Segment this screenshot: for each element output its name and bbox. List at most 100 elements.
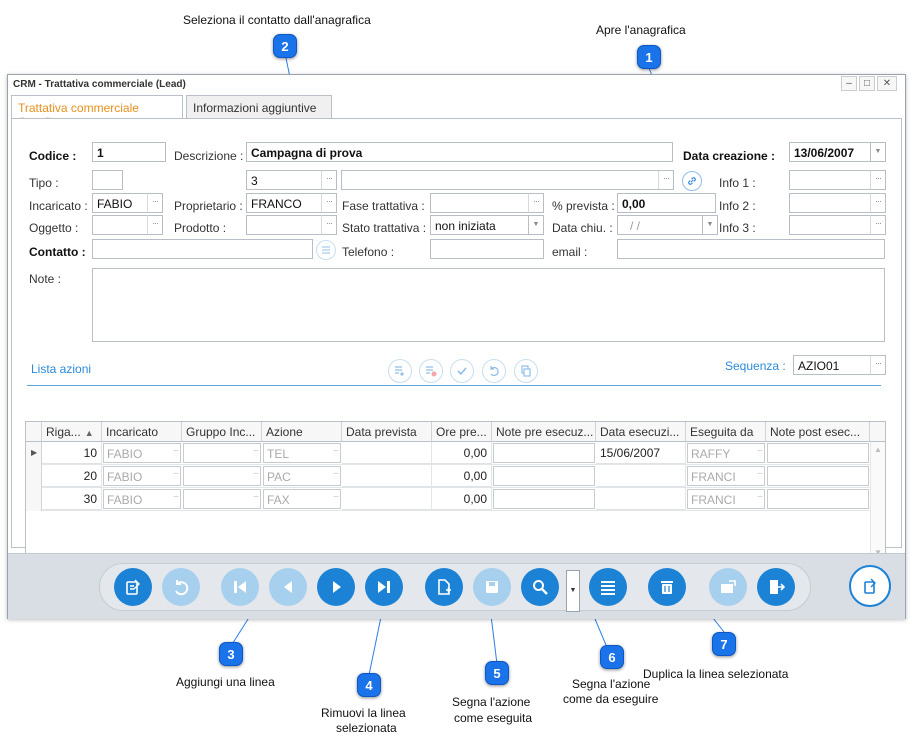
table-row[interactable]: 30 FABIO ··· ··· FAX ··· 0,00 FRANCI ··· — [26, 488, 870, 511]
cell-lookup[interactable]: ··· — [253, 446, 259, 455]
tipo-field[interactable] — [92, 170, 123, 190]
incaricato-lookup[interactable]: ··· — [147, 193, 163, 213]
data-chiu-dropdown[interactable]: ▼ — [702, 215, 718, 235]
cell-lookup[interactable]: ··· — [173, 446, 179, 455]
cell-data-prevista[interactable] — [342, 488, 432, 510]
tipo-desc-field[interactable] — [341, 170, 659, 190]
cell-lookup[interactable]: ··· — [757, 446, 763, 455]
tipo-num-field[interactable]: 3 — [246, 170, 322, 190]
last-record-icon[interactable] — [365, 568, 403, 606]
first-record-icon[interactable] — [221, 568, 259, 606]
previous-record-icon[interactable] — [269, 568, 307, 606]
oggetto-lookup[interactable]: ··· — [147, 215, 163, 235]
prodotto-field[interactable] — [246, 215, 322, 235]
exit-door-icon[interactable] — [757, 568, 795, 606]
cell-incaricato[interactable]: FABIO ··· — [103, 466, 181, 486]
email-field[interactable] — [617, 239, 885, 259]
print-export-icon[interactable] — [709, 568, 747, 606]
stato-trattativa-field[interactable]: non iniziata — [430, 215, 529, 235]
tab-trattativa[interactable]: Trattativa commerciale (Lead) — [11, 95, 183, 129]
cell-data-prevista[interactable] — [342, 465, 432, 487]
contatto-field[interactable] — [92, 239, 313, 259]
cell-lookup[interactable]: ··· — [173, 469, 179, 478]
tab-informazioni[interactable]: Informazioni aggiuntive — [186, 95, 332, 119]
table-row[interactable]: 20 FABIO ··· ··· PAC ··· 0,00 FRANCI ··· — [26, 465, 870, 488]
cell-lookup[interactable]: ··· — [333, 469, 339, 478]
cell-data-esec[interactable] — [596, 465, 686, 487]
cell-data-esec[interactable] — [596, 488, 686, 510]
cell-lookup[interactable]: ··· — [757, 469, 763, 478]
scroll-up-icon[interactable]: ▲ — [874, 445, 882, 454]
cell-note-pre[interactable] — [493, 489, 595, 509]
add-line-icon[interactable] — [388, 359, 412, 383]
info3-field[interactable] — [789, 215, 871, 235]
col-note-post[interactable]: Note post esec... — [766, 422, 870, 442]
remove-line-icon[interactable] — [419, 359, 443, 383]
cell-gruppo[interactable]: ··· — [183, 443, 261, 463]
tipo-desc-lookup[interactable]: ··· — [658, 170, 674, 190]
incaricato-field[interactable]: FABIO — [92, 193, 148, 213]
descrizione-field[interactable]: Campagna di prova — [246, 142, 673, 162]
select-contatto-list-icon[interactable] — [316, 240, 336, 260]
grid-scrollbar[interactable]: ▲ ▼ — [870, 442, 885, 562]
cell-ore[interactable]: 0,00 — [432, 465, 492, 487]
data-chiu-field[interactable]: / / — [617, 215, 703, 235]
cell-riga[interactable]: 30 — [42, 488, 102, 510]
col-ore[interactable]: Ore pre... — [432, 422, 492, 442]
cell-note-pre[interactable] — [493, 466, 595, 486]
col-gruppo[interactable]: Gruppo Inc... — [182, 422, 262, 442]
codice-field[interactable]: 1 — [92, 142, 166, 162]
col-incaricato[interactable]: Incaricato — [102, 422, 182, 442]
table-row[interactable]: ▶ 10 FABIO ··· ··· TEL ··· 0,00 15/06/2007 RAFFY ·… — [26, 442, 870, 465]
maximize-icon[interactable]: □ — [859, 76, 875, 91]
duplicate-line-icon[interactable] — [514, 359, 538, 383]
oggetto-field[interactable] — [92, 215, 148, 235]
close-icon[interactable]: ✕ — [877, 76, 897, 91]
cell-lookup[interactable]: ··· — [333, 492, 339, 501]
prodotto-lookup[interactable]: ··· — [321, 215, 337, 235]
save-icon[interactable] — [473, 568, 511, 606]
info3-lookup[interactable]: ··· — [870, 215, 886, 235]
search-options-dropdown[interactable]: ▼ — [566, 570, 580, 612]
next-record-icon[interactable] — [317, 568, 355, 606]
info1-field[interactable] — [789, 170, 871, 190]
row-selector[interactable] — [26, 488, 42, 511]
col-riga[interactable]: Riga... ▲ — [42, 422, 102, 442]
mark-todo-undo-icon[interactable] — [482, 359, 506, 383]
sequenza-lookup[interactable]: ··· — [870, 355, 886, 375]
list-view-icon[interactable] — [589, 568, 627, 606]
edit-document-icon[interactable] — [114, 568, 152, 606]
open-anagrafica-link-icon[interactable] — [682, 171, 702, 191]
cell-eseguita-da[interactable]: RAFFY ··· — [687, 443, 765, 463]
cell-note-post[interactable] — [767, 489, 869, 509]
cell-azione[interactable]: TEL ··· — [263, 443, 341, 463]
cell-gruppo[interactable]: ··· — [183, 466, 261, 486]
col-note-pre[interactable]: Note pre esecuz... — [492, 422, 596, 442]
info1-lookup[interactable]: ··· — [870, 170, 886, 190]
cell-lookup[interactable]: ··· — [253, 492, 259, 501]
search-icon[interactable] — [521, 568, 559, 606]
fase-trattativa-field[interactable] — [430, 193, 529, 213]
cell-incaricato[interactable]: FABIO ··· — [103, 489, 181, 509]
info2-lookup[interactable]: ··· — [870, 193, 886, 213]
proprietario-lookup[interactable]: ··· — [321, 193, 337, 213]
delete-trash-icon[interactable] — [648, 568, 686, 606]
fase-trattativa-lookup[interactable]: ··· — [528, 193, 544, 213]
cell-azione[interactable]: FAX ··· — [263, 489, 341, 509]
cell-eseguita-da[interactable]: FRANCI ··· — [687, 489, 765, 509]
cell-note-pre[interactable] — [493, 443, 595, 463]
cell-lookup[interactable]: ··· — [253, 469, 259, 478]
cell-ore[interactable]: 0,00 — [432, 442, 492, 464]
cell-data-esec[interactable]: 15/06/2007 — [596, 442, 686, 464]
telefono-field[interactable] — [430, 239, 544, 259]
col-eseguita-da[interactable]: Eseguita da — [686, 422, 766, 442]
cell-riga[interactable]: 10 — [42, 442, 102, 464]
col-azione[interactable]: Azione — [262, 422, 342, 442]
undo-icon[interactable] — [162, 568, 200, 606]
row-selector[interactable] — [26, 465, 42, 488]
cell-note-post[interactable] — [767, 466, 869, 486]
col-data-prevista[interactable]: Data prevista — [342, 422, 432, 442]
data-creazione-dropdown[interactable]: ▼ — [870, 142, 886, 162]
cell-azione[interactable]: PAC ··· — [263, 466, 341, 486]
cell-data-prevista[interactable] — [342, 442, 432, 464]
